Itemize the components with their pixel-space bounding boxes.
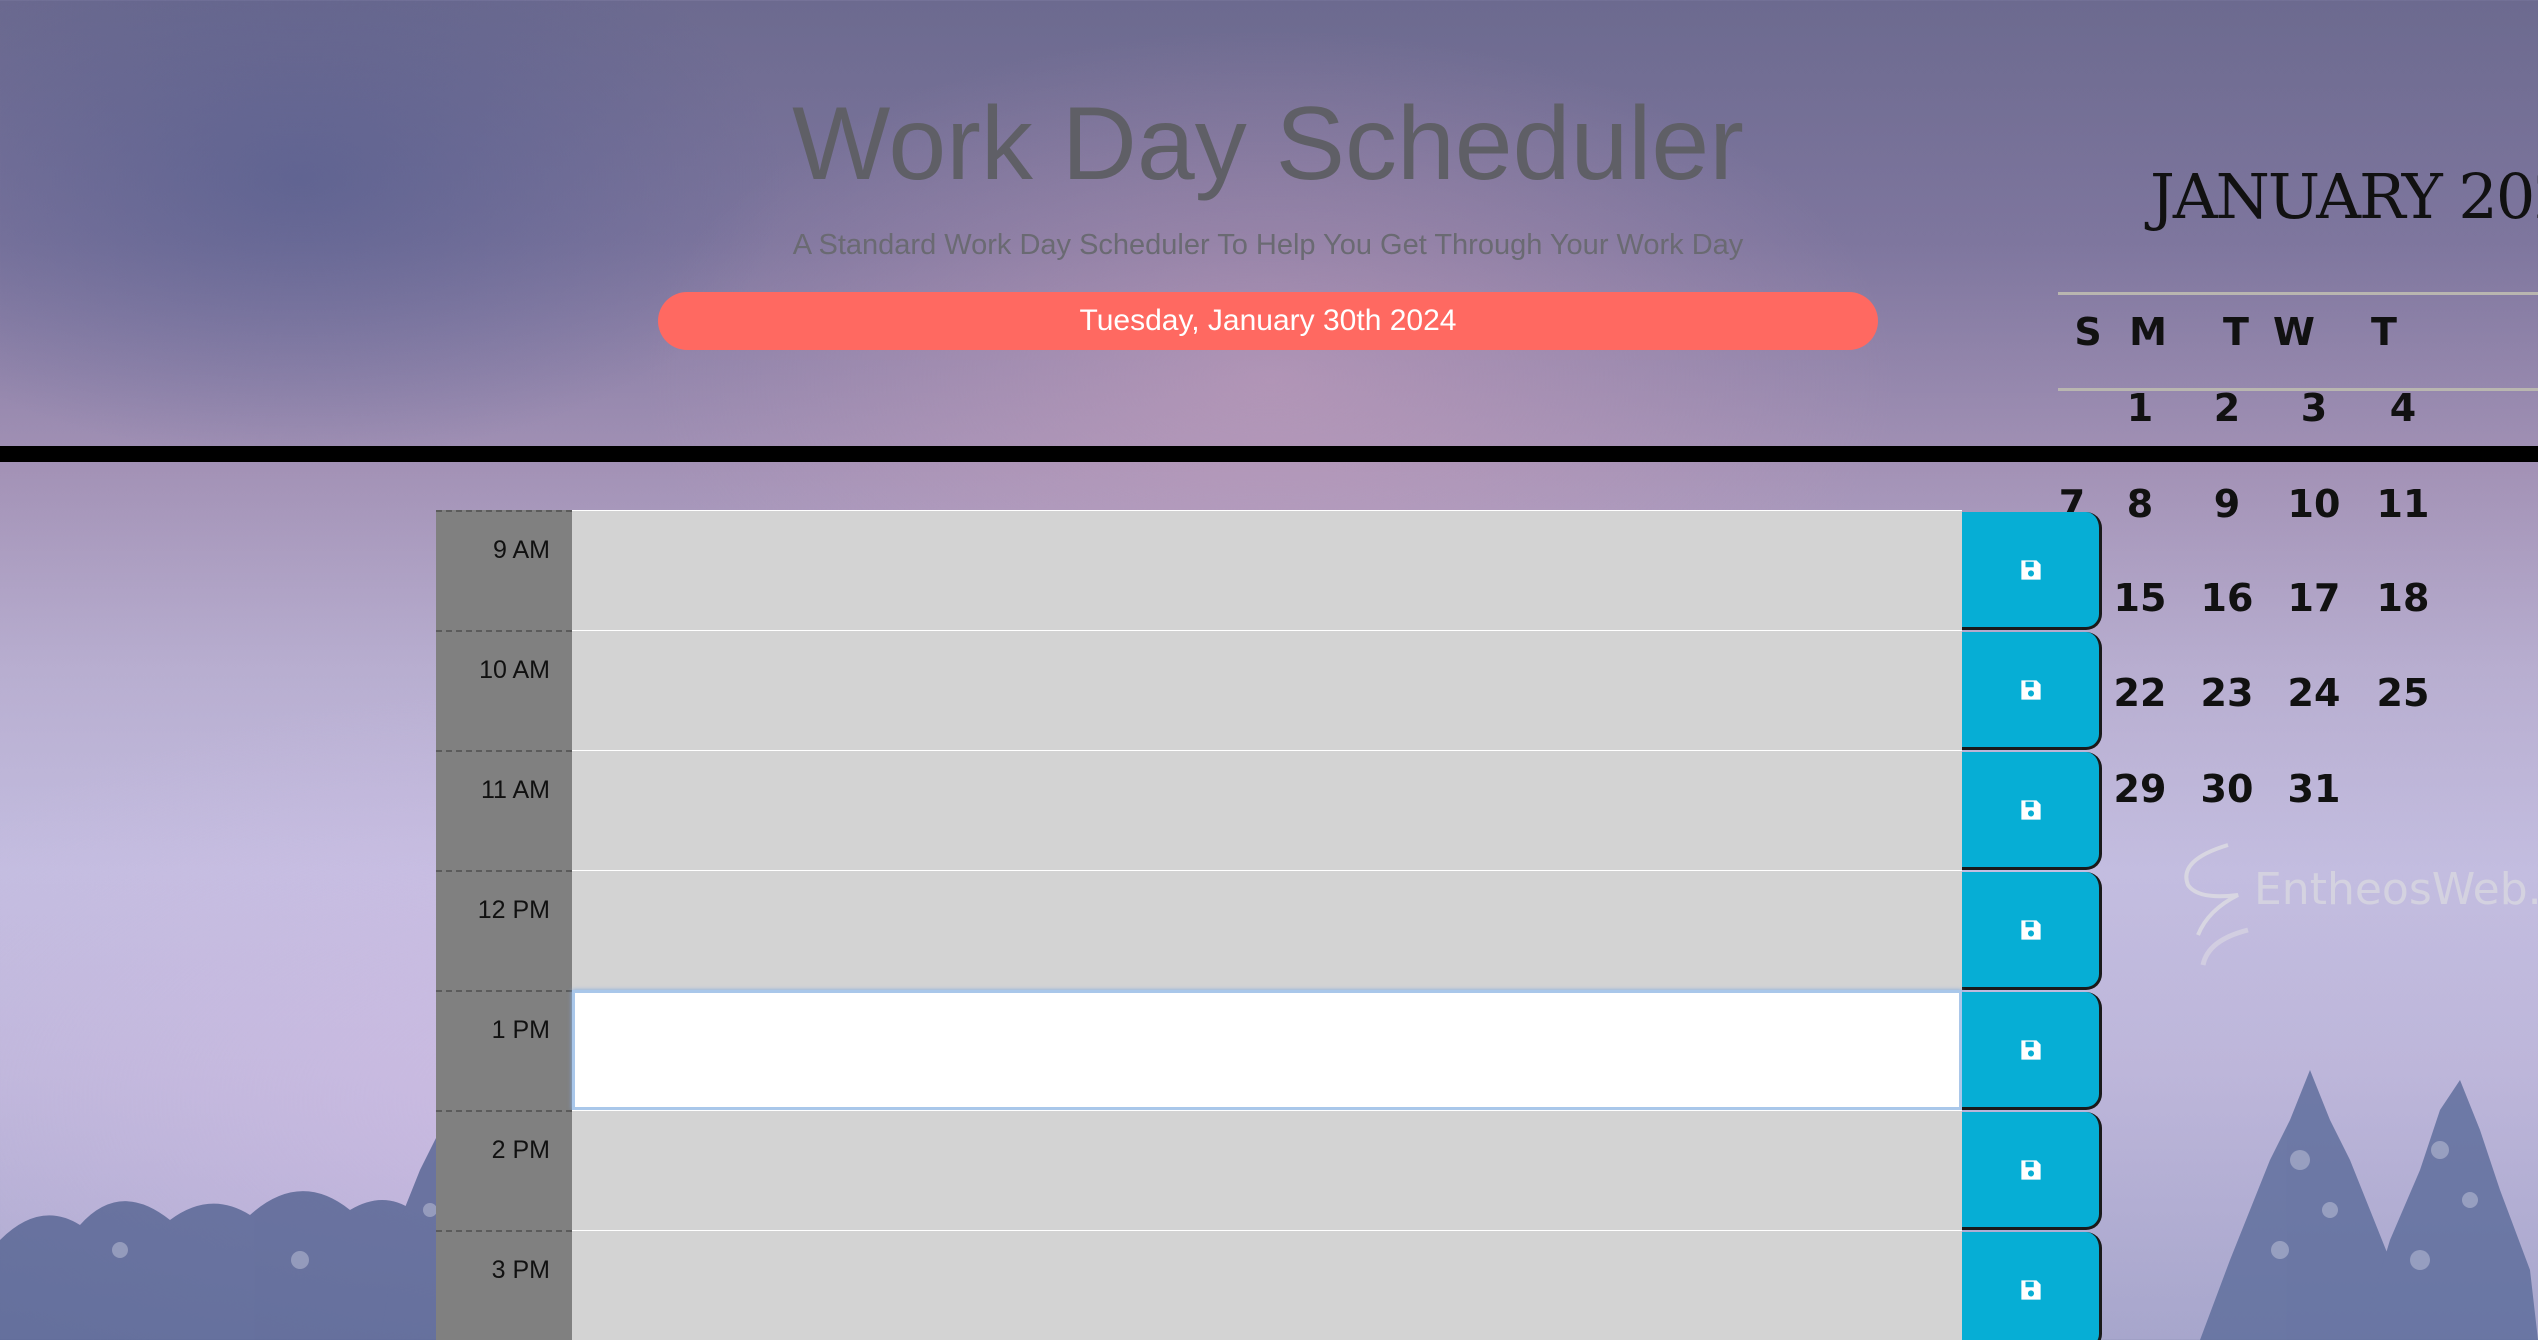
event-description-input[interactable] [572, 1110, 1962, 1230]
calendar-month-label: JANUARY 202 [2150, 160, 2538, 233]
save-button[interactable] [1962, 752, 2102, 870]
calendar-weekday: T [2371, 310, 2397, 354]
calendar-day: 23 [2200, 671, 2254, 715]
hour-label: 11 AM [436, 750, 572, 870]
calendar-day: 30 [2200, 767, 2254, 811]
save-button[interactable] [1962, 872, 2102, 990]
event-description-input[interactable] [572, 750, 1962, 870]
calendar-day: 11 [2376, 482, 2430, 526]
hour-label: 10 AM [436, 630, 572, 750]
time-block-row: 1 PM [436, 990, 2102, 1110]
current-date-display: Tuesday, January 30th 2024 [658, 292, 1878, 350]
save-icon [2020, 1279, 2041, 1300]
time-block-row: 10 AM [436, 630, 2102, 750]
save-icon [2020, 1159, 2041, 1180]
calendar-day: 16 [2200, 576, 2254, 620]
hour-label: 12 PM [436, 870, 572, 990]
calendar-day: 8 [2126, 482, 2154, 526]
calendar-day: 15 [2113, 576, 2167, 620]
save-button[interactable] [1962, 512, 2102, 630]
calendar-day: 4 [2389, 386, 2417, 430]
time-block-row: 3 PM [436, 1230, 2102, 1340]
hour-label: 2 PM [436, 1110, 572, 1230]
time-block-row: 11 AM [436, 750, 2102, 870]
save-button[interactable] [1962, 1232, 2102, 1340]
schedule-container: 9 AM 10 AM 11 AM 12 PM 1 PM 2 PM 3 PM [436, 510, 2102, 1340]
save-icon [2020, 919, 2041, 940]
calendar-weekday: S [2074, 310, 2102, 354]
event-description-input[interactable] [572, 990, 1962, 1110]
event-description-input[interactable] [572, 870, 1962, 990]
calendar-weekday: T [2223, 310, 2249, 354]
hour-label: 3 PM [436, 1230, 572, 1340]
calendar-brand-text: EntheosWeb.co [2254, 864, 2538, 915]
calendar-day: 22 [2113, 671, 2167, 715]
save-button[interactable] [1962, 1112, 2102, 1230]
calendar-day: 9 [2213, 482, 2241, 526]
calendar-background-graphic: JANUARY 202 SMTWT12347891011141516171821… [2058, 150, 2538, 990]
calendar-weekday: M [2129, 310, 2167, 354]
time-block-row: 2 PM [436, 1110, 2102, 1230]
hour-label: 9 AM [436, 510, 572, 630]
save-button[interactable] [1962, 632, 2102, 750]
save-icon [2020, 799, 2041, 820]
save-icon [2020, 1039, 2041, 1060]
calendar-day: 25 [2376, 671, 2430, 715]
calendar-day: 2 [2213, 386, 2241, 430]
calendar-rule [2058, 292, 2538, 295]
time-block-row: 9 AM [436, 510, 2102, 630]
calendar-day: 10 [2287, 482, 2341, 526]
calendar-day: 1 [2126, 386, 2154, 430]
page-title: Work Day Scheduler [792, 86, 1744, 202]
save-button[interactable] [1962, 992, 2102, 1110]
calendar-day: 17 [2287, 576, 2341, 620]
event-description-input[interactable] [572, 630, 1962, 750]
calendar-weekday: W [2273, 310, 2315, 354]
event-description-input[interactable] [572, 1230, 1962, 1340]
calendar-day: 31 [2287, 767, 2341, 811]
calendar-day: 24 [2287, 671, 2341, 715]
hour-label: 1 PM [436, 990, 572, 1110]
calendar-day: 29 [2113, 767, 2167, 811]
time-block-row: 12 PM [436, 870, 2102, 990]
save-icon [2020, 559, 2041, 580]
page-subtitle: A Standard Work Day Scheduler To Help Yo… [792, 229, 1744, 261]
calendar-day: 18 [2376, 576, 2430, 620]
save-icon [2020, 679, 2041, 700]
calendar-day: 3 [2300, 386, 2328, 430]
header-divider [0, 446, 2538, 462]
event-description-input[interactable] [572, 510, 1962, 630]
